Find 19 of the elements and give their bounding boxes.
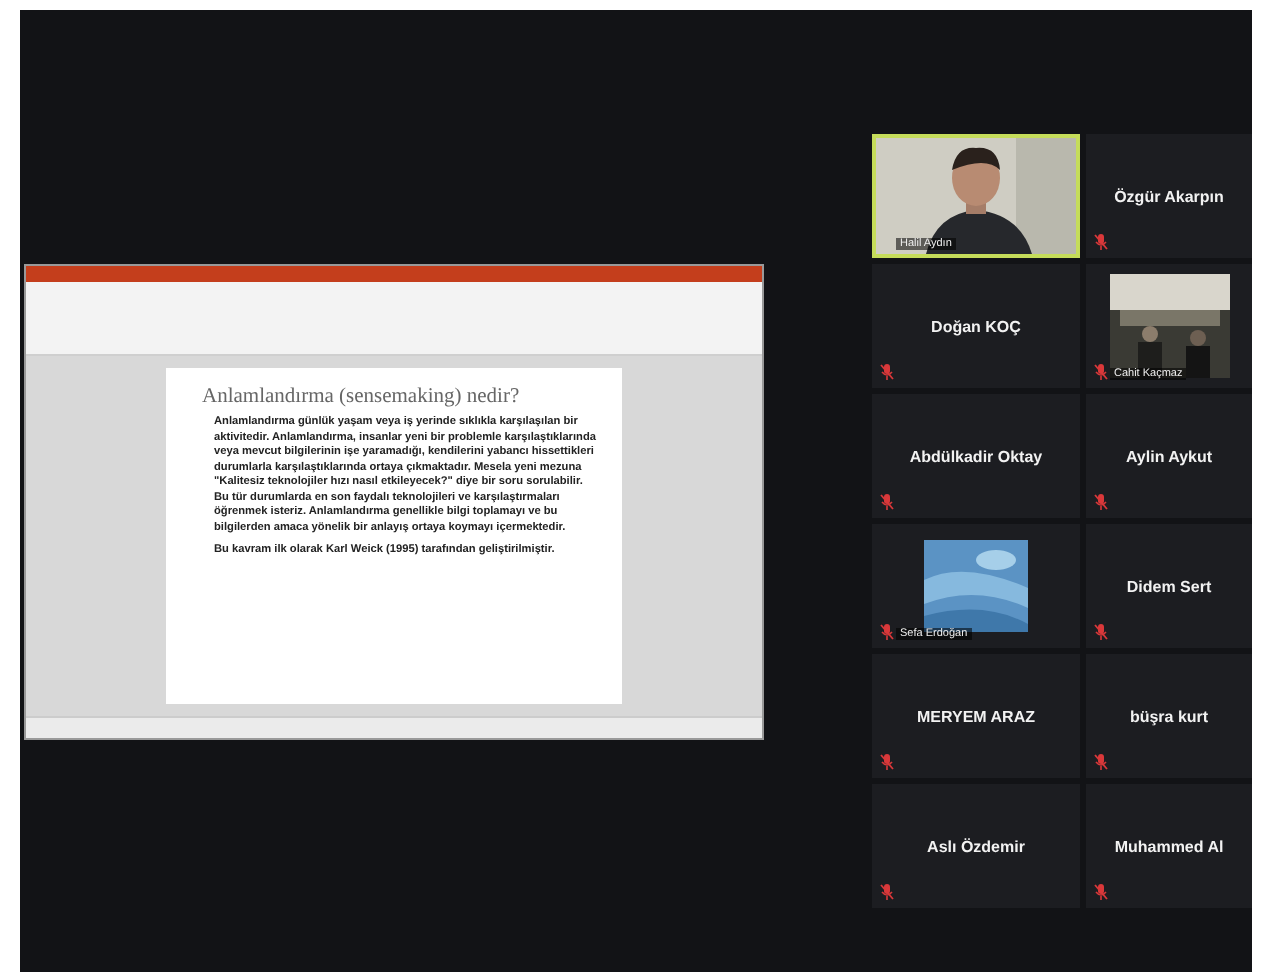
participant-name: Muhammed Al bbox=[1114, 837, 1224, 855]
participant-name: büşra kurt bbox=[1129, 707, 1209, 725]
participant-name: Özgür Akarpın bbox=[1114, 187, 1224, 205]
participant-name: Aslı Özdemir bbox=[927, 837, 1025, 855]
participant-tile[interactable]: Aylin Aykut bbox=[1086, 394, 1252, 518]
participant-tile[interactable]: Aslı Özdemir bbox=[872, 784, 1080, 908]
participant-tile[interactable]: Özgür Akarpın bbox=[1086, 134, 1252, 258]
participant-tile[interactable]: Didem Sert bbox=[1086, 524, 1252, 648]
participant-name: Didem Sert bbox=[1126, 577, 1212, 595]
participant-tile[interactable]: Abdülkadir Oktay bbox=[872, 394, 1080, 518]
participant-name: MERYEM ARAZ bbox=[917, 707, 1035, 725]
participant-name: Abdülkadir Oktay bbox=[909, 447, 1043, 465]
participant-name: Doğan KOÇ bbox=[931, 317, 1021, 335]
participant-tile[interactable]: MERYEM ARAZ bbox=[872, 654, 1080, 778]
slide-title: Anlamlandırma (sensemaking) nedir? bbox=[202, 386, 522, 408]
participant-tile[interactable]: Muhammed Al bbox=[1086, 784, 1252, 908]
participant-tile[interactable]: Doğan KOÇ bbox=[872, 264, 1080, 388]
participant-tile[interactable]: büşra kurt bbox=[1086, 654, 1252, 778]
participant-name: Aylin Aykut bbox=[1125, 447, 1213, 465]
